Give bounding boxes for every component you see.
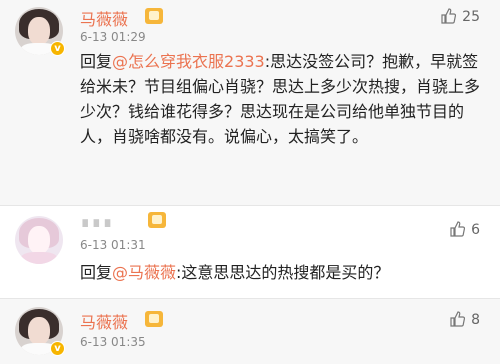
username[interactable]: ∎∎∎ — [80, 212, 114, 231]
thumbs-up-icon — [450, 311, 466, 327]
thumbs-up-icon — [441, 8, 457, 24]
comment-item: ∎∎∎ 6-13 01:31 6 回复@马薇薇:这意思思达的热搜都是买的？ — [0, 206, 500, 298]
comment-text: 回复@马薇薇:这意思思达的热搜都是买的？ — [80, 263, 390, 282]
timestamp: 6-13 01:31 — [80, 238, 146, 252]
timestamp: 6-13 01:29 — [80, 30, 146, 44]
username[interactable]: 马薇薇 — [80, 6, 128, 30]
username[interactable]: 马薇薇 — [80, 309, 128, 333]
like-count: 6 — [471, 222, 480, 238]
comment-text: 回复@怎么穿我衣服2333:思达没签公司？抱歉，早就签给米未？节目组偏心肖骁？思… — [80, 52, 481, 146]
member-crown-icon — [148, 212, 166, 228]
like-button[interactable]: 6 — [449, 221, 480, 238]
avatar[interactable] — [15, 216, 63, 264]
like-count: 25 — [462, 9, 480, 25]
member-crown-icon — [145, 8, 163, 24]
comment-item: v 马薇薇 6-13 01:35 8 — [0, 299, 500, 364]
reply-mention-link[interactable]: @怎么穿我衣服2333 — [112, 52, 265, 71]
member-crown-icon — [145, 311, 163, 327]
like-count: 8 — [471, 312, 480, 328]
comment-item: v 马薇薇 6-13 01:29 25 回复@怎么穿我衣服2333:思达没签公司… — [0, 0, 500, 205]
timestamp: 6-13 01:35 — [80, 335, 146, 349]
like-button[interactable]: 25 — [440, 8, 480, 25]
thumbs-up-icon — [450, 221, 466, 237]
verified-v-icon: v — [50, 341, 65, 356]
reply-mention-link[interactable]: @马薇薇 — [112, 263, 176, 282]
verified-v-icon: v — [50, 41, 65, 56]
like-button[interactable]: 8 — [449, 311, 480, 328]
